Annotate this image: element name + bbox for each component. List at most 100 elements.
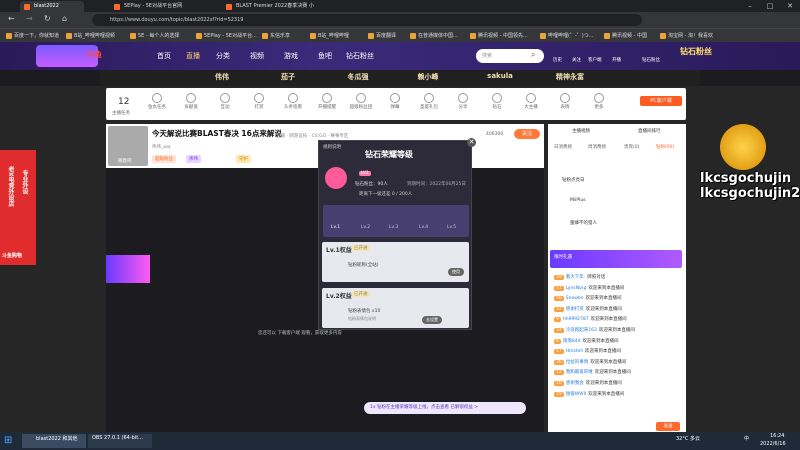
nav-client[interactable]: 客户端 (588, 57, 602, 63)
gift-item[interactable]: 分享 (450, 104, 476, 110)
player-notice[interactable]: 您还可以 下载客户端 观看，获取更多内容 (258, 330, 342, 336)
nav-live[interactable]: 直播 (186, 51, 200, 61)
chat-message[interactable]: 26 拉扯的事情 欢迎来到本直播间 (554, 359, 626, 365)
nav-category[interactable]: 分类 (216, 51, 230, 61)
gift-icon[interactable] (254, 93, 264, 103)
nav-diamond-fans[interactable]: 钻石粉丝 (346, 51, 374, 61)
gift-icon[interactable] (560, 93, 570, 103)
room-tag[interactable]: 超级粉丝 (152, 155, 176, 163)
chat-username[interactable]: 冷浪跑起来163 (566, 328, 597, 333)
chat-username[interactable]: 拉扯的事情 (566, 360, 589, 365)
chat-username[interactable]: 雨落844 (563, 339, 581, 344)
chat-message[interactable]: 9 hh9992787 欢迎来到本直播间 (554, 316, 627, 323)
streamer-tab[interactable]: sakula (470, 72, 530, 80)
settings-button[interactable]: 去设置 (422, 316, 442, 324)
shop-side-banner[interactable]: 老X电竞外设店 专业外设 斗鱼购物 (0, 150, 36, 265)
bookmark[interactable]: 在普通媒体中国... (410, 31, 458, 41)
streamer-id[interactable]: 伟伟_ww (152, 144, 171, 150)
chat-message[interactable]: 12 我和最爱的唯 欢迎来到本直播间 (554, 369, 631, 376)
bookmark[interactable]: 东信乐享 (262, 31, 290, 41)
clock-time[interactable]: 16:24 (770, 433, 784, 439)
gift-icon[interactable] (458, 93, 468, 103)
search-icon[interactable]: ⌕ (531, 50, 535, 60)
gift-icon[interactable] (492, 93, 502, 103)
browser-tab-active[interactable]: blast2022 (20, 1, 84, 12)
level-step[interactable]: Lv.5 (447, 225, 456, 230)
gift-item[interactable]: 头条指南 (280, 104, 306, 110)
close-icon[interactable]: ✕ (467, 138, 476, 147)
home-icon[interactable]: ⌂ (62, 14, 67, 23)
gift-item[interactable]: 超级粉丝团 (348, 104, 374, 110)
chat-username[interactable]: hh9992787 (563, 317, 589, 322)
close-icon[interactable]: ✕ (780, 0, 800, 12)
gift-item[interactable]: 打赏 (246, 104, 272, 110)
bookmark[interactable]: 腾讯视频 - 中国领先... (470, 31, 528, 41)
chat-message[interactable]: 14 冷浪跑起来163 欢迎来到本直播间 (554, 327, 635, 333)
gift-icon[interactable] (390, 93, 400, 103)
ime-indicator[interactable]: 中 (744, 435, 749, 442)
follow-button[interactable]: 关注 (514, 129, 540, 139)
level-step[interactable]: Lv.2 (361, 225, 370, 230)
streamer-tab[interactable]: 精神永富 (540, 72, 600, 82)
level-step[interactable]: Lv.3 (389, 225, 398, 230)
chat-username[interactable]: 我和最爱的唯 (566, 370, 593, 375)
subtab-day[interactable]: 日消费榜 (554, 144, 572, 150)
promo-banner[interactable]: 限时礼遇 (550, 250, 682, 268)
maximize-icon[interactable]: □ (760, 0, 780, 12)
gift-icon[interactable] (186, 93, 196, 103)
bookmark[interactable]: 百度翻译 (368, 31, 396, 41)
nav-video[interactable]: 视频 (250, 51, 264, 61)
use-button[interactable]: 使用 (448, 268, 464, 276)
chat-username[interactable]: 独狼WWII (566, 392, 587, 397)
rank-name[interactable]: MiiPlus (570, 198, 586, 203)
back-icon[interactable]: ← (8, 14, 15, 23)
nav-start-live[interactable]: 开播 (612, 57, 621, 63)
bookmark[interactable]: 5E - 每个人的选择 (130, 31, 179, 41)
bookmark[interactable]: 哔哩哔哩(゜-゜)つ... (540, 31, 593, 41)
bookmark[interactable]: B站_哔哩哔哩 (310, 31, 349, 41)
browser-tab[interactable]: BLAST Premier 2022春季决赛 小 (222, 1, 322, 12)
chat-message[interactable]: 10 感谢我会 欢迎来到本直播间 (554, 380, 622, 386)
gift-icon[interactable] (424, 93, 434, 103)
nav-diamond[interactable]: 钻石粉丝 (642, 57, 660, 63)
gift-item[interactable]: 互动 (212, 104, 238, 110)
nav-follow[interactable]: 关注 (572, 57, 581, 63)
gift-icon[interactable] (526, 93, 536, 103)
gift-item[interactable]: 开播提醒 (314, 104, 340, 110)
gift-item[interactable]: 弹幕 (382, 104, 408, 110)
streamer-tab[interactable]: 赖小峰 (398, 72, 458, 82)
gift-item[interactable]: 贡献值 (178, 104, 204, 110)
tab-streamer-video[interactable]: 主播视频 (572, 128, 590, 134)
nav-fishbar[interactable]: 鱼吧 (318, 51, 332, 61)
gift-item[interactable]: 鱼丸任务 (144, 104, 170, 110)
bookmark[interactable]: 腾讯视频 - 中国 (604, 31, 647, 41)
gift-icon[interactable] (288, 93, 298, 103)
room-tag[interactable]: 守护 (236, 155, 251, 163)
bookmark[interactable]: B站_哔哩哔哩视频 (66, 31, 115, 41)
level-step[interactable]: Lv.1 (331, 225, 340, 230)
rank-name[interactable]: 蜜蜂不的猎人 (570, 220, 597, 226)
gift-icon[interactable] (356, 93, 366, 103)
chat-username[interactable]: 感谢打赏 (566, 307, 584, 312)
bottom-notice[interactable]: 1x 钻粉在主播荣耀等级上线，点击查看 已解锁权益 > (364, 402, 526, 414)
clock-date[interactable]: 2022/6/16 (760, 441, 786, 447)
chat-message[interactable]: 22 感谢打赏 欢迎来到本直播间 (554, 306, 622, 312)
subtab-week[interactable]: 周消费榜 (588, 144, 606, 150)
bookmark[interactable]: 百度一下，你就知道 (6, 31, 59, 41)
gift-icon[interactable] (594, 93, 604, 103)
gift-item[interactable]: 钻石 (484, 104, 510, 110)
chat-message[interactable]: 17 Hmstell 欢迎来到本直播间 (554, 348, 621, 355)
browser-tab[interactable]: 5EPlay - 5E对战平台官网 (110, 1, 210, 12)
chat-message[interactable]: 19 独狼WWII 欢迎来到本直播间 (554, 391, 624, 397)
room-tag[interactable]: 伟伟 (186, 155, 201, 163)
windows-start-icon[interactable]: ⊞ (4, 435, 12, 446)
streamer-tab[interactable]: 冬瓜强 (328, 72, 388, 82)
minimize-icon[interactable]: – (740, 0, 760, 12)
chat-username[interactable]: 看大下年: (566, 275, 586, 280)
chat-message[interactable]: 8 雨落844 欢迎来到本直播间 (554, 338, 618, 344)
chat-message[interactable]: 16 Snowbe 欢迎来到本直播间 (554, 295, 622, 302)
gift-icon[interactable] (322, 93, 332, 103)
chat-username[interactable]: Snowbe (566, 296, 584, 301)
diamond-fans-badge[interactable]: 钻石粉丝 (674, 44, 724, 68)
url-field[interactable]: https://www.douyu.com/topic/blast2022sf?… (92, 14, 642, 26)
